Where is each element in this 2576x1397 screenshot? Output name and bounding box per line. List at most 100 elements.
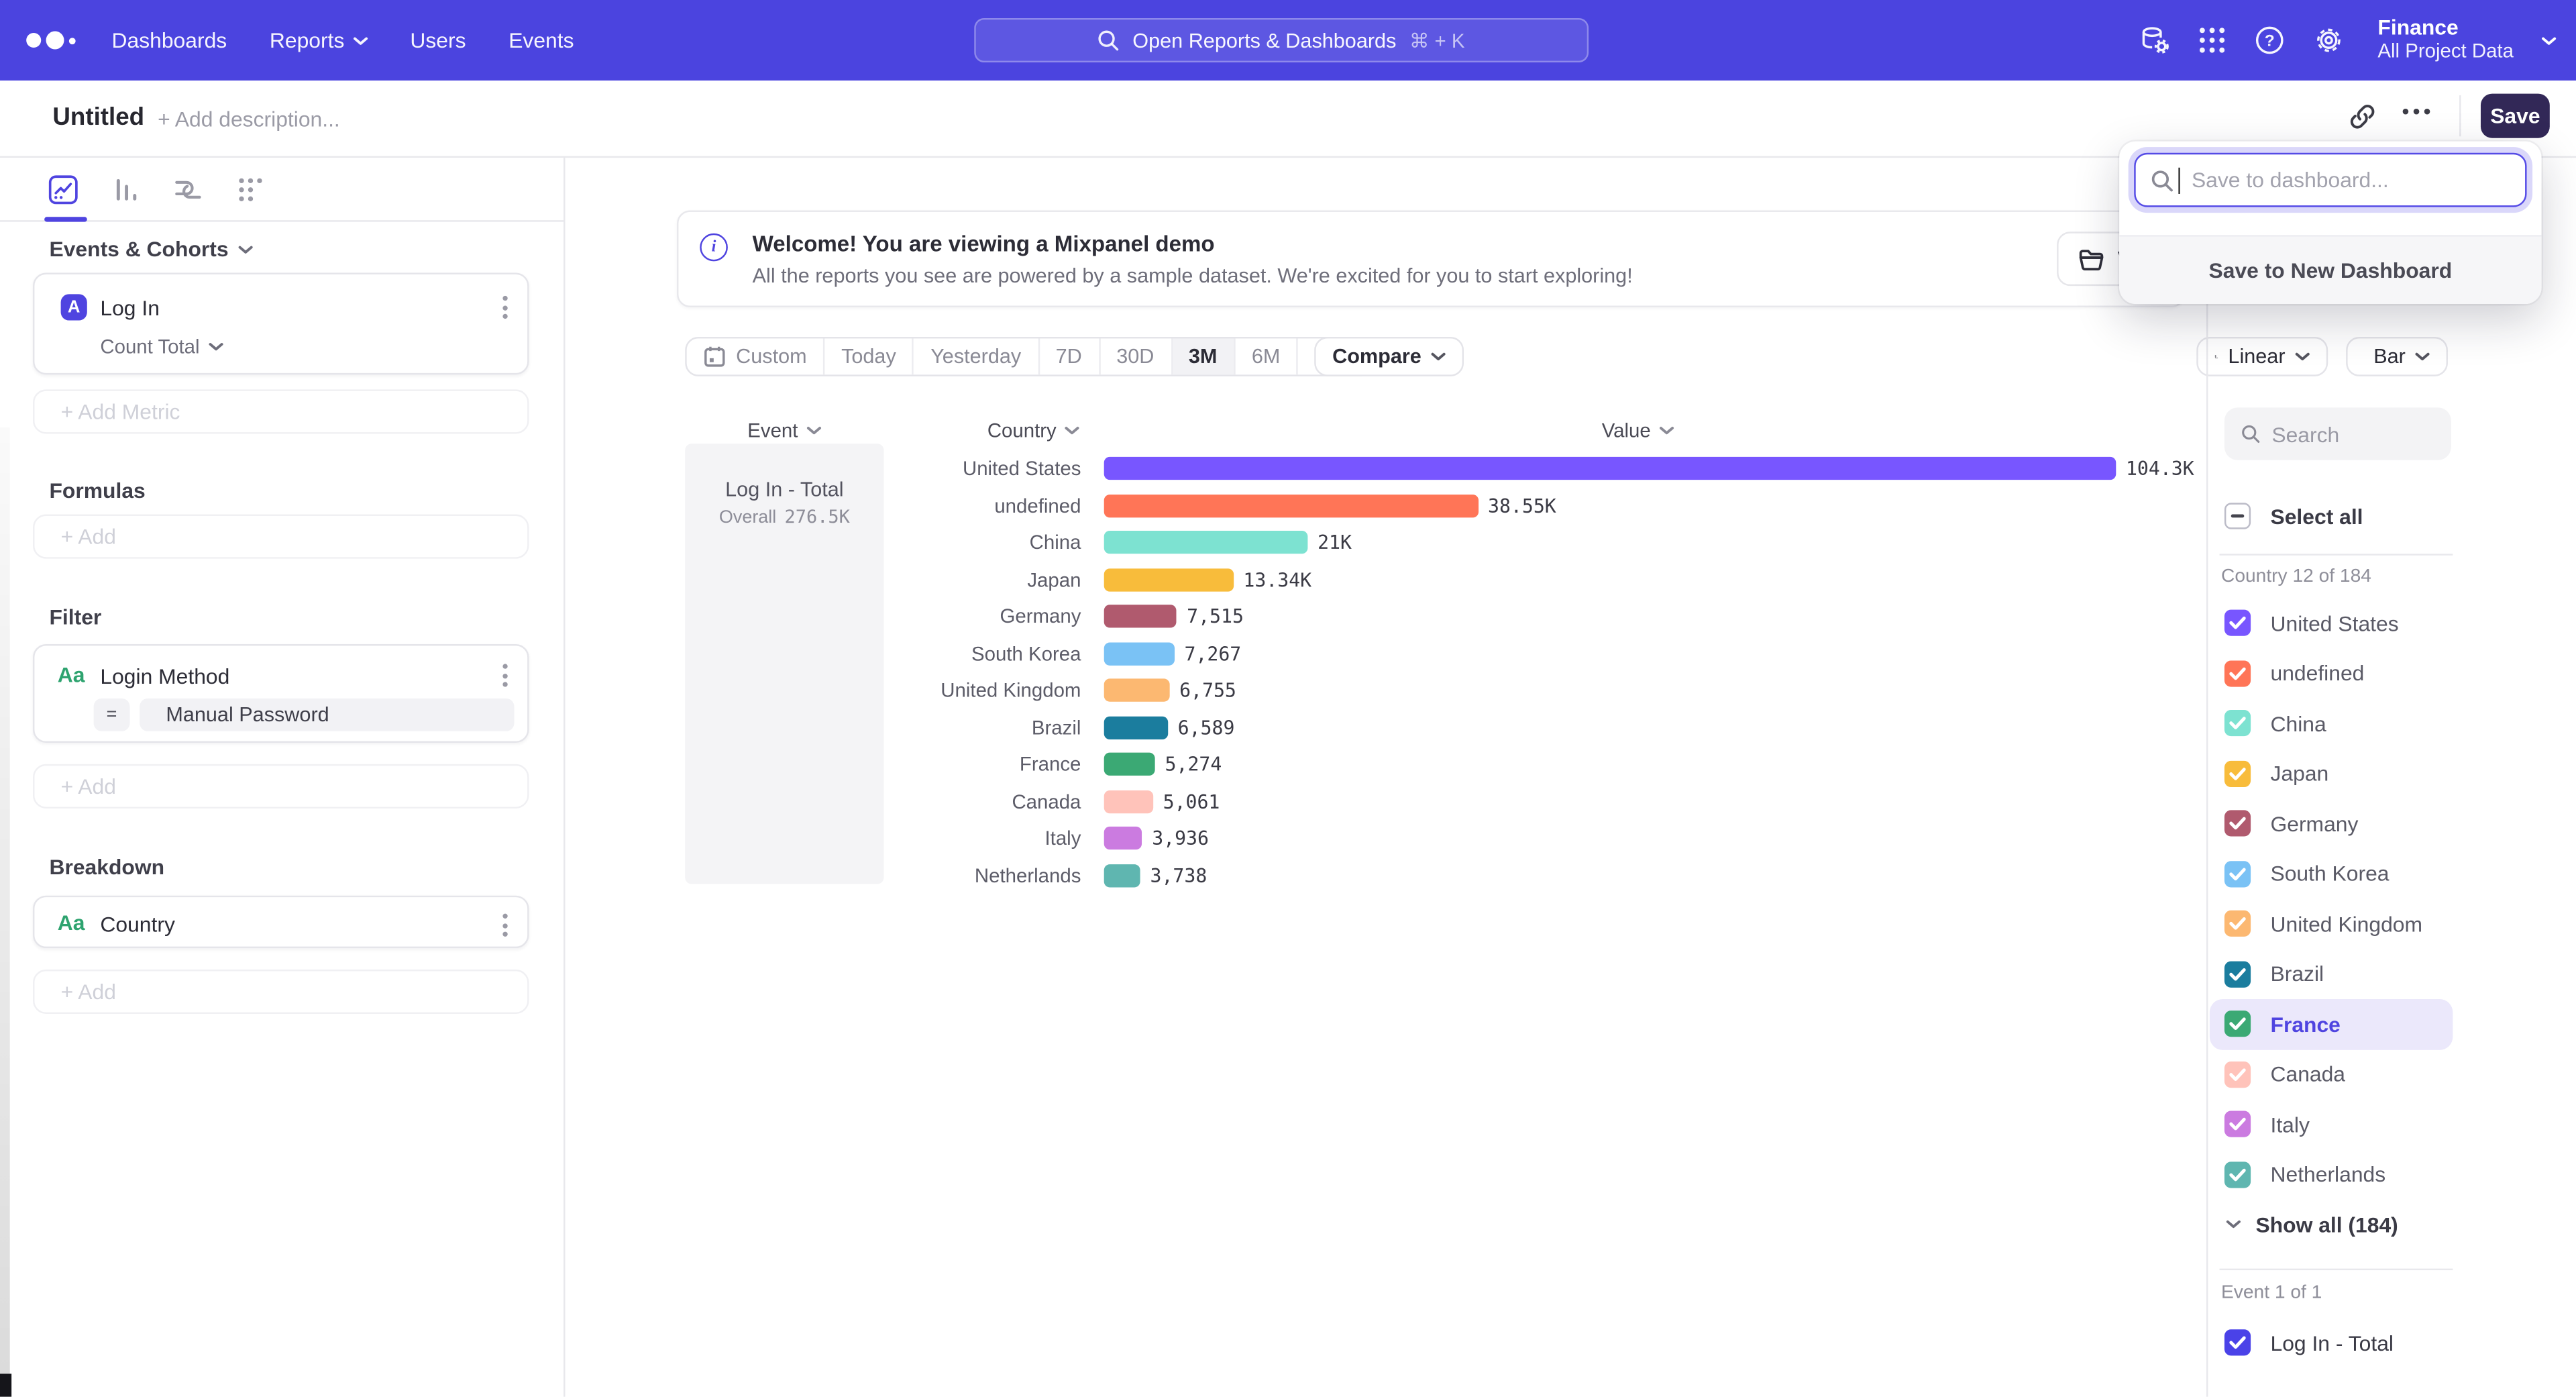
- bar[interactable]: [1104, 642, 1175, 665]
- add-formula-button[interactable]: + Add: [33, 515, 529, 559]
- legend-checkbox[interactable]: [2224, 1061, 2251, 1087]
- bar[interactable]: [1104, 457, 2116, 480]
- legend-item[interactable]: South Korea: [2210, 849, 2453, 899]
- metric-event-name[interactable]: Log In: [100, 296, 160, 321]
- project-switcher[interactable]: Finance All Project Data: [2377, 17, 2514, 64]
- breakdown-more-icon[interactable]: [502, 914, 507, 937]
- legend-item[interactable]: Netherlands: [2210, 1149, 2453, 1200]
- chart-row: South Korea 7,267: [789, 635, 2202, 672]
- range-custom[interactable]: Custom: [687, 338, 825, 374]
- legend-checkbox[interactable]: [2224, 610, 2251, 636]
- chart-row: undefined 38.55K: [789, 487, 2202, 524]
- data-management-icon[interactable]: [2139, 25, 2171, 56]
- legend-item[interactable]: United States: [2210, 598, 2453, 648]
- save-to-dashboard-input[interactable]: [2192, 168, 2510, 193]
- legend-checkbox[interactable]: [2224, 911, 2251, 937]
- legend-item[interactable]: Italy: [2210, 1099, 2453, 1149]
- bar[interactable]: [1104, 790, 1153, 813]
- nav-dashboards[interactable]: Dashboards: [112, 28, 227, 53]
- metric-aggregation[interactable]: Count Total: [100, 335, 222, 358]
- legend-checkbox[interactable]: [2224, 1111, 2251, 1137]
- copy-link-icon[interactable]: [2348, 102, 2377, 132]
- legend-checkbox[interactable]: [2224, 861, 2251, 887]
- tab-funnels[interactable]: [109, 172, 142, 205]
- legend-checkbox[interactable]: [2224, 961, 2251, 987]
- legend-item[interactable]: United Kingdom: [2210, 899, 2453, 949]
- legend-checkbox[interactable]: [2224, 1011, 2251, 1037]
- chevron-down-icon[interactable]: [2542, 36, 2557, 46]
- bar[interactable]: [1104, 605, 1177, 628]
- country-label: undefined: [789, 495, 1081, 517]
- legend-item[interactable]: China: [2210, 698, 2453, 749]
- legend-search[interactable]: [2224, 407, 2451, 460]
- legend-checkbox[interactable]: [2224, 760, 2251, 786]
- legend-checkbox[interactable]: [2224, 711, 2251, 737]
- bar[interactable]: [1104, 495, 1479, 517]
- metric-more-icon[interactable]: [502, 296, 507, 319]
- help-icon[interactable]: ?: [2255, 25, 2286, 56]
- bar[interactable]: [1104, 679, 1170, 702]
- nav-users[interactable]: Users: [410, 28, 466, 53]
- legend-checkbox[interactable]: [2224, 1161, 2251, 1188]
- tab-insights[interactable]: [46, 172, 79, 205]
- legend-search-input[interactable]: [2271, 421, 2434, 446]
- range-yesterday[interactable]: Yesterday: [914, 338, 1039, 374]
- legend-item[interactable]: Germany: [2210, 798, 2453, 849]
- select-all-row[interactable]: Select all: [2224, 503, 2363, 529]
- legend-item[interactable]: Brazil: [2210, 949, 2453, 999]
- legend-item[interactable]: France: [2210, 999, 2453, 1049]
- legend-item[interactable]: undefined: [2210, 648, 2453, 698]
- breakdown-property[interactable]: Country: [100, 912, 175, 937]
- column-header-country[interactable]: Country: [987, 419, 1079, 442]
- column-header-event[interactable]: Event: [747, 419, 820, 442]
- range-today[interactable]: Today: [825, 338, 914, 374]
- events-cohorts-header[interactable]: Events & Cohorts: [49, 237, 253, 262]
- tab-flows[interactable]: [233, 172, 266, 205]
- legend-checkbox[interactable]: [2224, 660, 2251, 686]
- range-3m-selected[interactable]: 3M: [1172, 338, 1235, 374]
- apps-grid-icon[interactable]: [2198, 26, 2226, 54]
- select-all-checkbox[interactable]: [2224, 503, 2251, 529]
- settings-gear-icon[interactable]: [2314, 25, 2345, 56]
- filter-property[interactable]: Login Method: [100, 664, 229, 688]
- bar[interactable]: [1104, 864, 1140, 887]
- range-7d[interactable]: 7D: [1039, 338, 1100, 374]
- mixpanel-logo-icon[interactable]: [26, 32, 82, 50]
- nav-reports[interactable]: Reports: [270, 28, 368, 53]
- column-header-value[interactable]: Value: [1602, 419, 1674, 442]
- add-breakdown-button[interactable]: + Add: [33, 970, 529, 1014]
- global-search-button[interactable]: Open Reports & Dashboards ⌘ + K: [974, 18, 1589, 62]
- legend-event-item[interactable]: Log In - Total: [2210, 1318, 2453, 1367]
- show-all-button[interactable]: Show all (184): [2210, 1203, 2453, 1246]
- tab-retention[interactable]: [171, 172, 204, 205]
- range-30d[interactable]: 30D: [1100, 338, 1173, 374]
- chart-type-button[interactable]: Bar: [2346, 337, 2448, 376]
- filter-more-icon[interactable]: [502, 664, 507, 686]
- save-to-new-dashboard[interactable]: Save to New Dashboard: [2119, 235, 2541, 304]
- add-description[interactable]: + Add description...: [158, 107, 340, 132]
- filter-value[interactable]: Manual Password: [140, 698, 514, 731]
- range-6m[interactable]: 6M: [1235, 338, 1298, 374]
- add-filter-button[interactable]: + Add: [33, 764, 529, 809]
- filter-card[interactable]: Aa Login Method = Manual Password: [33, 644, 529, 743]
- bar[interactable]: [1104, 568, 1234, 591]
- axis-scale-button[interactable]: Linear: [2196, 337, 2328, 376]
- save-to-dashboard-field[interactable]: [2134, 153, 2526, 207]
- metric-card[interactable]: A Log In Count Total: [33, 273, 529, 375]
- nav-events[interactable]: Events: [508, 28, 574, 53]
- legend-item[interactable]: Canada: [2210, 1049, 2453, 1100]
- save-button[interactable]: Save: [2481, 94, 2550, 138]
- bar[interactable]: [1104, 827, 1142, 849]
- bar[interactable]: [1104, 716, 1168, 739]
- bar[interactable]: [1104, 531, 1308, 554]
- event-checkbox[interactable]: [2224, 1329, 2251, 1355]
- more-options-button[interactable]: •••: [2402, 99, 2434, 123]
- add-metric-button[interactable]: + Add Metric: [33, 389, 529, 433]
- report-title[interactable]: Untitled: [52, 103, 144, 132]
- filter-operator[interactable]: =: [94, 698, 130, 731]
- legend-item[interactable]: Japan: [2210, 749, 2453, 799]
- compare-button[interactable]: Compare: [1314, 337, 1464, 376]
- breakdown-card[interactable]: Aa Country: [33, 896, 529, 948]
- bar[interactable]: [1104, 753, 1155, 776]
- legend-checkbox[interactable]: [2224, 811, 2251, 837]
